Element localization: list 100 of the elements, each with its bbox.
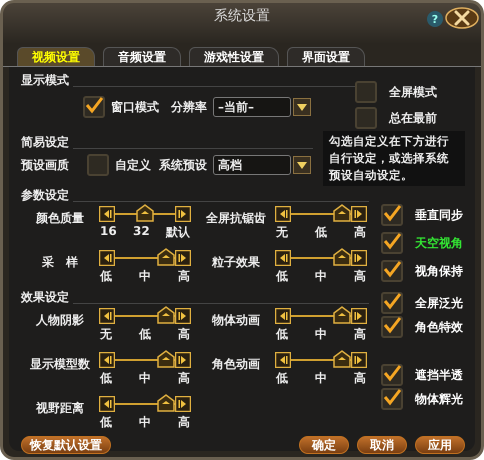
checkbox-label: 遮挡半透 <box>415 366 463 384</box>
slider-tick-label: 高 <box>178 326 190 343</box>
slider-tick-label: 无 <box>100 326 112 343</box>
slider-label: 视野距离 <box>34 400 85 417</box>
right-arrow-button[interactable] <box>351 352 367 368</box>
slider-label: 全屏抗锯齿 <box>205 210 267 227</box>
hint-text: 勾选自定义在下方进行自行设定，或选择系统预设自动设定。 <box>323 131 465 186</box>
slider-tick-label: 低 <box>100 370 112 387</box>
checkbox[interactable] <box>83 96 105 118</box>
slider-thumb[interactable] <box>333 204 351 222</box>
slider-tick-label: 无 <box>276 224 288 241</box>
slider-thumb[interactable] <box>157 306 175 324</box>
slider-tick-label: 高 <box>178 414 190 431</box>
close-icon[interactable] <box>445 7 479 29</box>
checkbox-label: 物体辉光 <box>415 390 463 408</box>
window-title: 系统设置 <box>214 7 270 25</box>
slider-tick-label: 高 <box>178 268 190 285</box>
left-arrow-button[interactable] <box>99 250 115 266</box>
slider-tick-label: 低 <box>100 268 112 285</box>
checkbox-label: 全屏泛光 <box>415 294 463 312</box>
checkbox-label: 天空视角 <box>415 234 463 252</box>
checkbox[interactable] <box>381 292 403 314</box>
checkbox[interactable] <box>87 154 109 176</box>
slider-thumb[interactable] <box>333 248 351 266</box>
slider-label: 人物阴影 <box>35 312 85 329</box>
checkbox[interactable] <box>381 232 403 254</box>
slider-label: 物体动画 <box>210 312 261 329</box>
section-heading: 简易设定 <box>21 134 69 150</box>
right-arrow-button[interactable] <box>351 308 367 324</box>
right-arrow-button[interactable] <box>175 206 191 222</box>
slider-label: 颜色质量 <box>34 210 85 227</box>
left-arrow-button[interactable] <box>99 206 115 222</box>
left-arrow-button[interactable] <box>275 250 291 266</box>
left-arrow-button[interactable] <box>99 396 115 412</box>
slider-thumb[interactable] <box>157 394 175 412</box>
checkbox-label: 角色特效 <box>415 318 463 336</box>
slider-tick-label: 高 <box>354 224 366 241</box>
right-arrow-button[interactable] <box>175 308 191 324</box>
checkbox[interactable] <box>381 316 403 338</box>
section-heading: 效果设定 <box>21 288 69 306</box>
slider-tick-label: 中 <box>139 370 151 387</box>
resolution-dropdown[interactable]: –当前– <box>213 97 291 117</box>
checkbox-label: 视角保持 <box>415 262 463 280</box>
checkbox[interactable] <box>381 364 403 386</box>
field-label: 分辨率 <box>171 98 207 116</box>
help-button[interactable]: ? <box>427 11 443 27</box>
left-arrow-button[interactable] <box>275 352 291 368</box>
checkbox[interactable] <box>355 81 377 103</box>
slider-tick-label: 中 <box>139 268 151 285</box>
right-arrow-button[interactable] <box>351 250 367 266</box>
slider-tick-label: 高 <box>178 370 190 387</box>
checkbox-label: 总在最前 <box>389 110 437 126</box>
section-heading: 参数设定 <box>21 186 69 204</box>
slider-tick-label: 低 <box>276 268 288 285</box>
tab[interactable]: 界面设置 <box>287 47 365 66</box>
checkbox[interactable] <box>381 204 403 226</box>
right-arrow-button[interactable] <box>175 352 191 368</box>
slider-thumb[interactable] <box>333 306 351 324</box>
left-arrow-button[interactable] <box>275 308 291 324</box>
slider-thumb[interactable] <box>157 248 175 266</box>
checkbox-label: 垂直同步 <box>415 206 463 224</box>
right-arrow-button[interactable] <box>175 396 191 412</box>
slider-tick-label: 16 <box>100 224 117 240</box>
checkbox-label: 全屏模式 <box>389 84 437 100</box>
slider-tick-label: 中 <box>315 326 327 343</box>
slider-tick-label: 高 <box>354 326 366 343</box>
restore-defaults-button[interactable]: 恢复默认设置 <box>21 436 111 454</box>
right-arrow-button[interactable] <box>351 206 367 222</box>
field-label: 预设画质 <box>21 156 70 174</box>
checkbox[interactable] <box>355 107 377 129</box>
slider-thumb[interactable] <box>333 350 351 368</box>
tab[interactable]: 音频设置 <box>103 47 181 66</box>
left-arrow-button[interactable] <box>99 352 115 368</box>
slider-label: 角色动画 <box>210 356 261 373</box>
action-button[interactable]: 应用 <box>415 436 465 454</box>
action-button[interactable]: 确定 <box>299 436 349 454</box>
action-button[interactable]: 取消 <box>357 436 407 454</box>
section-heading: 显示模式 <box>21 72 69 88</box>
slider-tick-label: 中 <box>315 370 327 387</box>
slider-tick-label: 低 <box>139 326 151 343</box>
tab[interactable]: 视频设置 <box>17 47 95 66</box>
preset-dropdown[interactable]: 高档 <box>213 155 291 175</box>
right-arrow-button[interactable] <box>175 250 191 266</box>
left-arrow-button[interactable] <box>275 206 291 222</box>
slider-tick-label: 中 <box>315 268 327 285</box>
tab[interactable]: 游戏性设置 <box>189 47 279 66</box>
slider-thumb[interactable] <box>157 350 175 368</box>
slider-tick-label: 低 <box>315 224 327 241</box>
slider-label: 显示模型数 <box>29 356 91 373</box>
slider-tick-label: 32 <box>133 224 150 240</box>
slider-label: 采 样 <box>41 254 79 271</box>
slider-tick-label: 默认 <box>166 224 190 241</box>
slider-tick-label: 高 <box>354 268 366 285</box>
checkbox[interactable] <box>381 388 403 410</box>
slider-tick-label: 中 <box>139 414 151 431</box>
slider-tick-label: 高 <box>354 370 366 387</box>
field-label: 系统预设 <box>159 156 207 174</box>
slider-thumb[interactable] <box>136 204 154 222</box>
checkbox[interactable] <box>381 260 403 282</box>
left-arrow-button[interactable] <box>99 308 115 324</box>
